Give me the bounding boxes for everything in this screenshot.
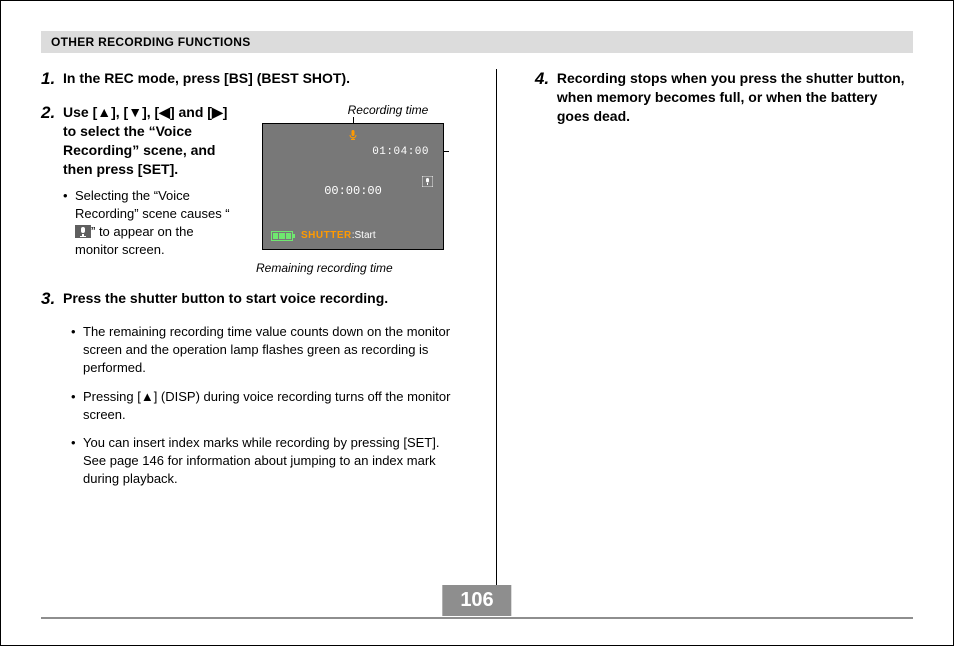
page-footer: 106 [1, 585, 953, 621]
voice-record-icon [422, 176, 433, 187]
mic-icon [349, 130, 357, 144]
arrow-right-glyph: ▶ [212, 104, 223, 120]
step-2: 2. Use [▲], [▼], [◀] and [▶] to select t… [41, 103, 458, 275]
step-number: 2. [41, 103, 63, 275]
step-3-bullet-3: You can insert index marks while recordi… [83, 434, 458, 489]
remaining-time: 01:04:00 [372, 146, 429, 158]
battery-icon [271, 231, 293, 241]
left-column: 1. In the REC mode, press [BS] (BEST SHO… [41, 69, 458, 589]
shutter-hint: SHUTTER:Start [301, 230, 376, 242]
arrow-left-glyph: ◀ [159, 104, 170, 120]
right-column: 4. Recording stops when you press the sh… [535, 69, 913, 589]
arrow-up-glyph: ▲ [141, 389, 154, 404]
fig-top-caption: Recording time [248, 103, 458, 117]
step-1-text: In the REC mode, press [BS] (BEST SHOT). [63, 69, 458, 88]
bullet-dot: • [63, 187, 75, 260]
step-3: 3. Press the shutter button to start voi… [41, 289, 458, 309]
camera-screen: 01:04:00 00:00:00 [262, 123, 444, 250]
step-4-text: Recording stops when you press the shutt… [557, 69, 913, 126]
fig-bottom-caption: Remaining recording time [248, 261, 458, 275]
step-3-bullets: • The remaining recording time value cou… [41, 323, 458, 489]
bullet-dot: • [71, 323, 83, 378]
section-header: OTHER RECORDING FUNCTIONS [41, 31, 913, 53]
arrow-down-glyph: ▼ [128, 104, 142, 120]
step-2-text: Use [▲], [▼], [◀] and [▶] to select the … [63, 103, 238, 179]
elapsed-time: 00:00:00 [324, 184, 382, 198]
page-number: 106 [442, 585, 511, 616]
step-3-bullet-2: Pressing [▲] (DISP) during voice recordi… [83, 388, 458, 424]
step-number: 4. [535, 69, 557, 126]
page: OTHER RECORDING FUNCTIONS 1. In the REC … [0, 0, 954, 646]
content-columns: 1. In the REC mode, press [BS] (BEST SHO… [41, 69, 913, 589]
footer-rule [41, 617, 913, 619]
bullet-dot: • [71, 434, 83, 489]
bullet-dot: • [71, 388, 83, 424]
callout-line-right [443, 151, 449, 152]
callout-line-top [353, 117, 354, 123]
figure: Recording time 01:04:00 [248, 103, 458, 275]
step-3-text: Press the shutter button to start voice … [63, 289, 458, 308]
column-divider [496, 69, 497, 589]
step-number: 3. [41, 289, 63, 309]
arrow-up-glyph: ▲ [97, 104, 111, 120]
step-number: 1. [41, 69, 63, 89]
step-3-bullet-1: The remaining recording time value count… [83, 323, 458, 378]
step-1: 1. In the REC mode, press [BS] (BEST SHO… [41, 69, 458, 89]
step-4: 4. Recording stops when you press the sh… [535, 69, 913, 126]
mic-scene-icon [75, 225, 91, 238]
step-2-bullet-1: Selecting the “Voice Recording” scene ca… [75, 187, 238, 260]
